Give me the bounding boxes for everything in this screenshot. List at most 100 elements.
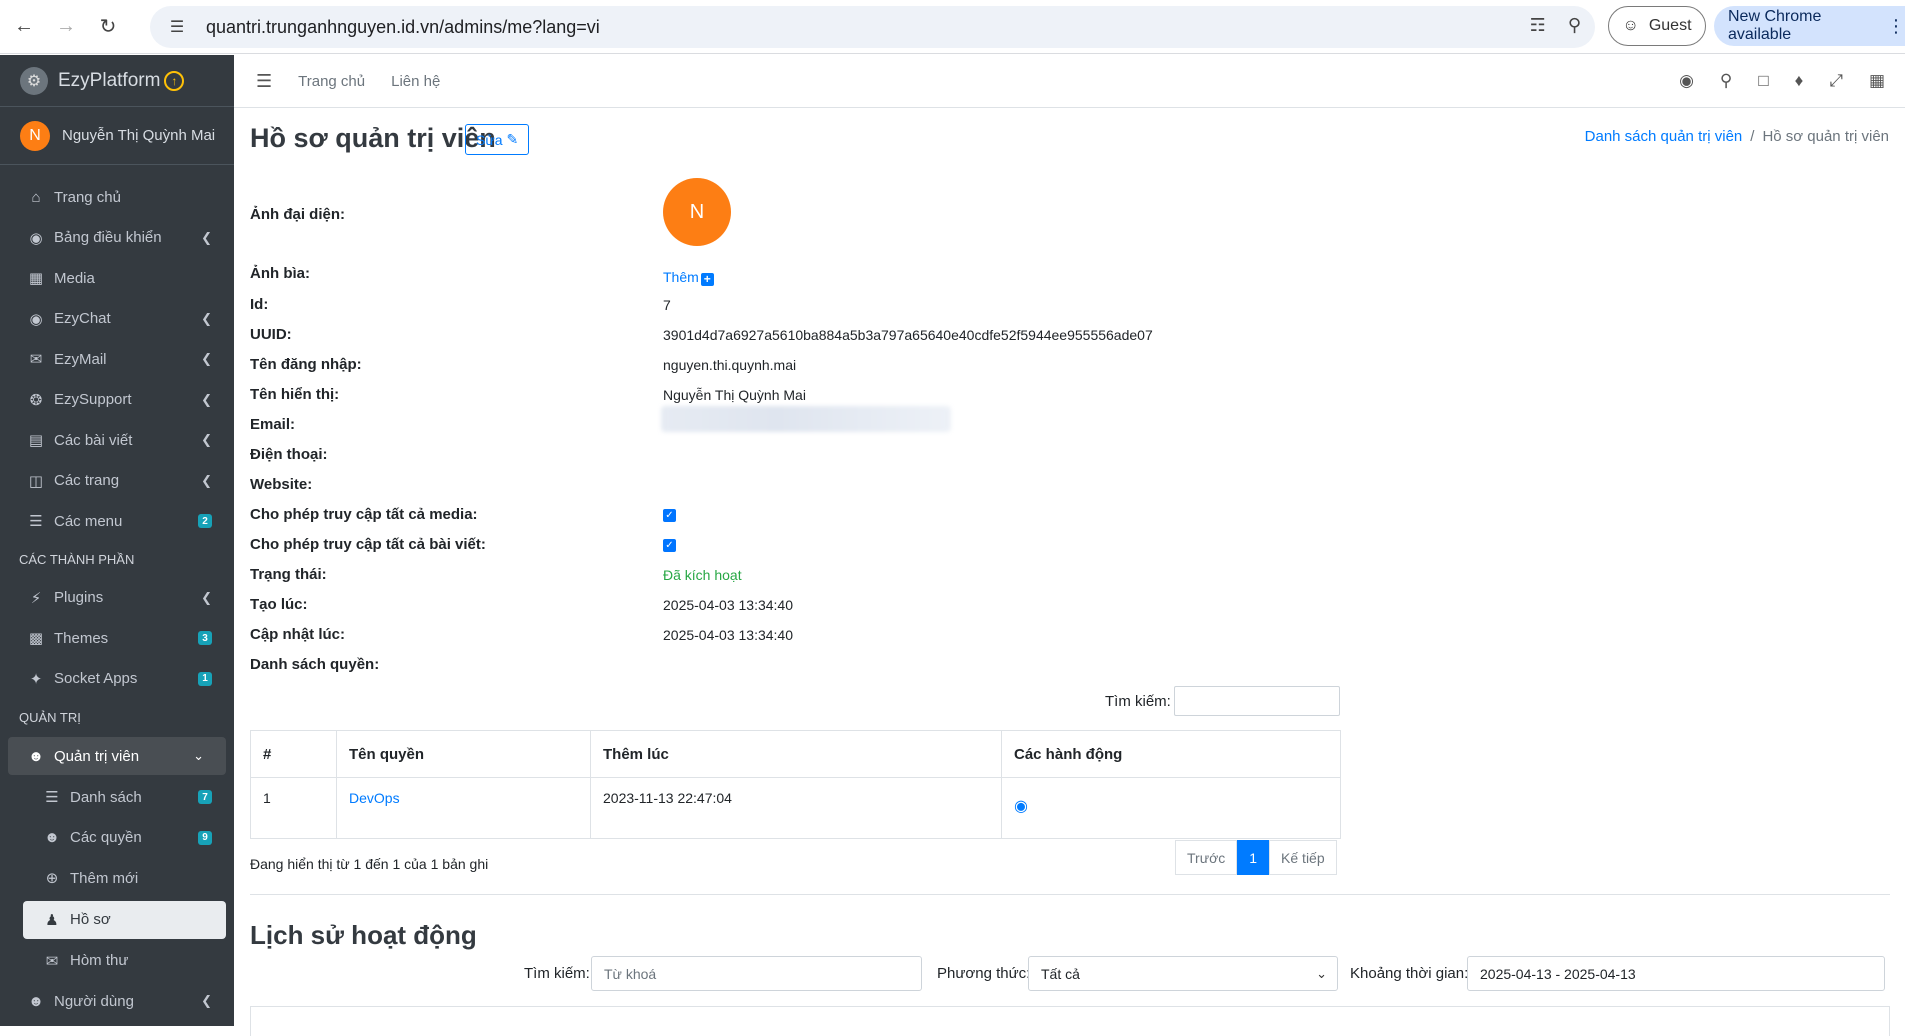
role-link[interactable]: DevOps (349, 790, 400, 806)
column-header[interactable]: Thêm lúc (590, 730, 1002, 778)
sidebar-item-socket-apps[interactable]: ✦ Socket Apps 1 (0, 659, 234, 700)
sidebar-item-users[interactable]: ☻ Người dùng ❮ (0, 981, 234, 1022)
sidebar: ⚙ EzyPlatform ↑ N Nguyễn Thị Quỳnh Mai ⌂… (0, 55, 234, 1026)
profile-button[interactable]: ☺ Guest (1608, 6, 1706, 46)
upgrade-icon[interactable]: ↑ (164, 70, 185, 91)
actions-cell: ◉ (1001, 777, 1341, 839)
status-badge: Đã kích hoạt (663, 567, 742, 583)
history-search-input[interactable]: Từ khoá (591, 956, 922, 991)
hamburger-icon[interactable]: ☰ (256, 71, 272, 92)
date-range-label: Khoảng thời gian: (1350, 965, 1469, 982)
breadcrumb-link-admins[interactable]: Danh sách quản trị viên (1585, 128, 1743, 145)
nav-contact-link[interactable]: Liên hệ (391, 73, 440, 90)
column-header[interactable]: Tên quyền (336, 730, 591, 778)
avatar: N (20, 120, 50, 151)
sidebar-item-plugins[interactable]: ⚡ Plugins ❮ (0, 578, 234, 619)
top-navbar: ☰ Trang chủ Liên hệ ◉ ⚲ □ ♦ ⤢ ▦ (234, 55, 1905, 108)
sidebar-item-admins[interactable]: ☻ Quản trị viên ⌄ (8, 737, 226, 775)
sidebar-item-label: Các menu (54, 512, 123, 530)
count-badge: 2 (198, 514, 212, 529)
created-value: 2025-04-03 13:34:40 (663, 597, 793, 613)
plus-icon: + (700, 272, 714, 286)
sidebar-item-admin-add[interactable]: ⊕ Thêm mới (0, 858, 234, 899)
chevron-down-icon: ⌄ (193, 748, 204, 763)
sidebar-item-ezymail[interactable]: ✉ EzyMail ❮ (0, 339, 234, 380)
sidebar-item-admin-list[interactable]: ☰ Danh sách 7 (0, 777, 234, 818)
history-title: Lịch sử hoạt động (250, 920, 477, 950)
sidebar-item-posts[interactable]: ▤ Các bài viết ❮ (0, 420, 234, 461)
url-text[interactable]: quantri.trunganhnguyen.id.vn/admins/me?l… (206, 17, 600, 38)
user-circle-icon: ☻ (28, 747, 44, 765)
translate-icon[interactable]: ☶ (1530, 15, 1546, 36)
brand-link[interactable]: ⚙ EzyPlatform ↑ (0, 55, 234, 107)
sidebar-item-pages[interactable]: ◫ Các trang ❮ (0, 461, 234, 502)
sidebar-item-admin-profile[interactable]: ♟ Hồ sơ (23, 900, 226, 939)
messages-icon[interactable]: □ (1758, 71, 1768, 91)
sidebar-item-ezysupport[interactable]: ❂ EzySupport ❮ (0, 380, 234, 421)
socket-icon: ✦ (29, 670, 43, 688)
method-label: Phương thức: (937, 965, 1031, 982)
eye-icon[interactable]: ◉ (1014, 796, 1028, 816)
home-icon: ⌂ (31, 188, 41, 206)
sidebar-item-label: Quản trị viên (54, 747, 140, 765)
kebab-menu-icon[interactable]: ⋮ (1887, 16, 1905, 37)
count-badge: 7 (198, 790, 212, 805)
chevron-left-icon: ❮ (201, 391, 212, 407)
sidebar-item-label: Plugins (54, 589, 104, 607)
cover-add-link[interactable]: Thêm + (663, 269, 714, 286)
count-badge: 1 (198, 671, 212, 686)
back-icon[interactable]: ← (6, 9, 42, 45)
sidebar-item-media[interactable]: ▦ Media (0, 258, 234, 299)
search-icon[interactable]: ⚲ (1720, 71, 1732, 91)
plus-circle-icon: ⊕ (45, 870, 59, 888)
next-page-button[interactable]: Kế tiếp (1269, 840, 1337, 875)
edit-button[interactable]: Sửa ✎ (465, 124, 530, 155)
reload-icon[interactable]: ↻ (90, 9, 126, 45)
display-name-value: Nguyễn Thị Quỳnh Mai (663, 387, 806, 403)
chevron-left-icon: ❮ (201, 432, 212, 448)
email-value-redacted (661, 406, 951, 432)
chrome-update-button[interactable]: New Chrome available ⋮ (1714, 6, 1905, 46)
column-header[interactable]: # (250, 730, 337, 778)
chevron-left-icon: ❮ (201, 993, 212, 1009)
brand-logo-icon: ⚙ (20, 66, 48, 95)
fullscreen-icon[interactable]: ⤢ (1829, 71, 1843, 91)
zoom-icon[interactable]: ⚲ (1568, 15, 1581, 36)
method-select[interactable]: Tất cả ⌄ (1028, 956, 1338, 991)
sidebar-item-dashboard[interactable]: ◉ Bảng điều khiển ❮ (0, 218, 234, 259)
chevron-left-icon: ❮ (201, 589, 212, 605)
globe-icon[interactable]: ◉ (1679, 71, 1694, 91)
display-name-label: Tên hiển thị: (250, 386, 340, 403)
user-panel[interactable]: N Nguyễn Thị Quỳnh Mai (0, 107, 234, 165)
table-header-row: # Tên quyền Thêm lúc Các hành động (250, 730, 1341, 778)
sidebar-item-admin-inbox[interactable]: ✉ Hòm thư (0, 941, 234, 982)
address-bar[interactable]: ☰ quantri.trunganhnguyen.id.vn/admins/me… (150, 6, 1595, 48)
forward-icon[interactable]: → (48, 9, 84, 45)
page-1-button[interactable]: 1 (1237, 840, 1270, 875)
site-info-icon[interactable]: ☰ (162, 17, 192, 37)
edit-label: Sửa (476, 131, 503, 148)
method-select-value: Tất cả (1041, 965, 1080, 982)
row-index: 1 (250, 777, 337, 839)
sidebar-item-admin-roles[interactable]: ☻ Các quyền 9 (0, 818, 234, 859)
bell-icon[interactable]: ♦ (1795, 71, 1804, 91)
sidebar-item-menus[interactable]: ☰ Các menu 2 (0, 501, 234, 542)
date-range-value: 2025-04-13 - 2025-04-13 (1480, 965, 1636, 982)
nav-home-link[interactable]: Trang chủ (298, 73, 365, 90)
sidebar-item-label: Socket Apps (54, 670, 138, 688)
roles-search-input[interactable] (1174, 686, 1340, 716)
user-name: Nguyễn Thị Quỳnh Mai (62, 127, 216, 144)
breadcrumb-separator: / (1750, 128, 1755, 145)
sidebar-item-themes[interactable]: ▩ Themes 3 (0, 618, 234, 659)
users-icon: ☻ (28, 992, 44, 1010)
email-label: Email: (250, 416, 296, 433)
status-label: Trạng thái: (250, 566, 327, 583)
date-range-input[interactable]: 2025-04-13 - 2025-04-13 (1467, 956, 1885, 991)
sidebar-item-ezychat[interactable]: ◉ EzyChat ❮ (0, 299, 234, 340)
prev-page-button[interactable]: Trước (1175, 840, 1238, 875)
plug-icon: ⚡ (30, 589, 42, 607)
grid-icon[interactable]: ▦ (1869, 71, 1885, 91)
history-search-placeholder: Từ khoá (604, 965, 657, 982)
sidebar-item-home[interactable]: ⌂ Trang chủ (0, 177, 234, 218)
chevron-left-icon: ❮ (201, 310, 212, 326)
